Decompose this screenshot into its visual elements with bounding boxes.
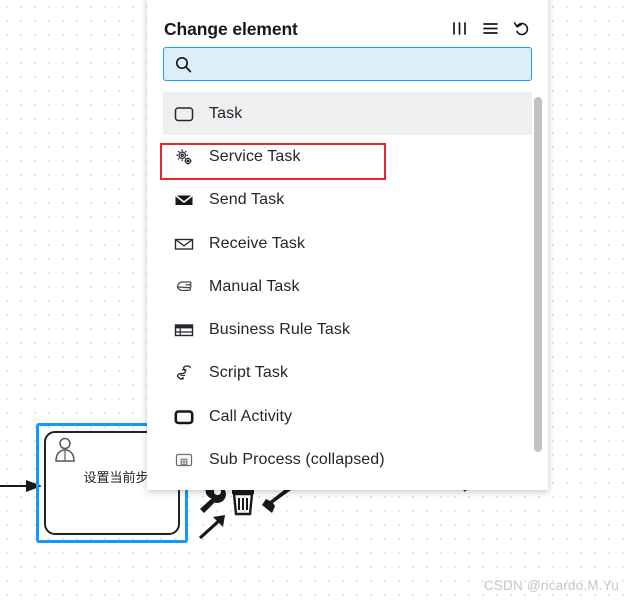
- list-item[interactable]: Manual Task: [163, 265, 532, 308]
- list-item[interactable]: Sub Process (collapsed): [163, 438, 532, 481]
- business-rule-task-table-icon: [173, 319, 195, 341]
- list-scrollbar-track[interactable]: [533, 92, 543, 484]
- list-item[interactable]: Send Task: [163, 179, 532, 222]
- list-item-label: Send Task: [209, 191, 285, 209]
- service-task-gear-icon: [173, 146, 195, 168]
- context-pad[interactable]: [192, 482, 302, 544]
- list-item-label: Manual Task: [209, 277, 300, 295]
- panel-title: Change element: [164, 19, 298, 39]
- list-item-label: Business Rule Task: [209, 321, 351, 339]
- list-item[interactable]: Business Rule Task: [163, 308, 532, 351]
- columns-icon[interactable]: [450, 19, 469, 38]
- search-icon: [175, 56, 192, 73]
- task-icon: [173, 103, 195, 125]
- panel-header: Change element: [147, 0, 548, 44]
- list-item[interactable]: Call Activity: [163, 395, 532, 438]
- list-item-label: Call Activity: [209, 407, 293, 425]
- receive-task-envelope-outline-icon: [173, 233, 195, 255]
- panel-header-actions: [450, 19, 531, 40]
- list-item-label: Sub Process (collapsed): [209, 451, 385, 469]
- send-task-envelope-filled-icon: [173, 189, 195, 211]
- list-item[interactable]: Receive Task: [163, 222, 532, 265]
- list-item-label: Task: [209, 104, 243, 122]
- list-icon[interactable]: [481, 19, 500, 38]
- paintbrush-icon: [262, 487, 291, 513]
- user-task-person-icon: [55, 437, 75, 462]
- list-item-label: Script Task: [209, 364, 289, 382]
- call-activity-icon: [173, 406, 195, 428]
- trash-icon: [232, 490, 254, 516]
- sub-process-collapsed-icon: [173, 449, 195, 471]
- list-item-label: Receive Task: [209, 234, 306, 252]
- list-item-label: Service Task: [209, 147, 301, 165]
- watermark: CSDN @ricardo.M.Yu: [483, 578, 619, 593]
- undo-icon[interactable]: [512, 19, 531, 38]
- manual-task-hand-icon: [173, 276, 195, 298]
- script-task-scroll-icon: [173, 362, 195, 384]
- connect-arrow-icon: [198, 515, 225, 540]
- change-element-popup: Change element Task Service Task Send Ta…: [147, 0, 548, 490]
- element-list[interactable]: Task Service Task Send Task Receive Task…: [147, 92, 548, 484]
- search-input[interactable]: [164, 48, 531, 80]
- list-scrollbar-thumb[interactable]: [534, 97, 542, 452]
- list-item[interactable]: Task: [163, 92, 532, 136]
- element-list-inner: Task Service Task Send Task Receive Task…: [147, 92, 548, 482]
- list-item[interactable]: Script Task: [163, 352, 532, 395]
- list-item[interactable]: Service Task: [163, 135, 532, 178]
- search-wrapper: [147, 44, 548, 81]
- search-box[interactable]: [163, 47, 532, 81]
